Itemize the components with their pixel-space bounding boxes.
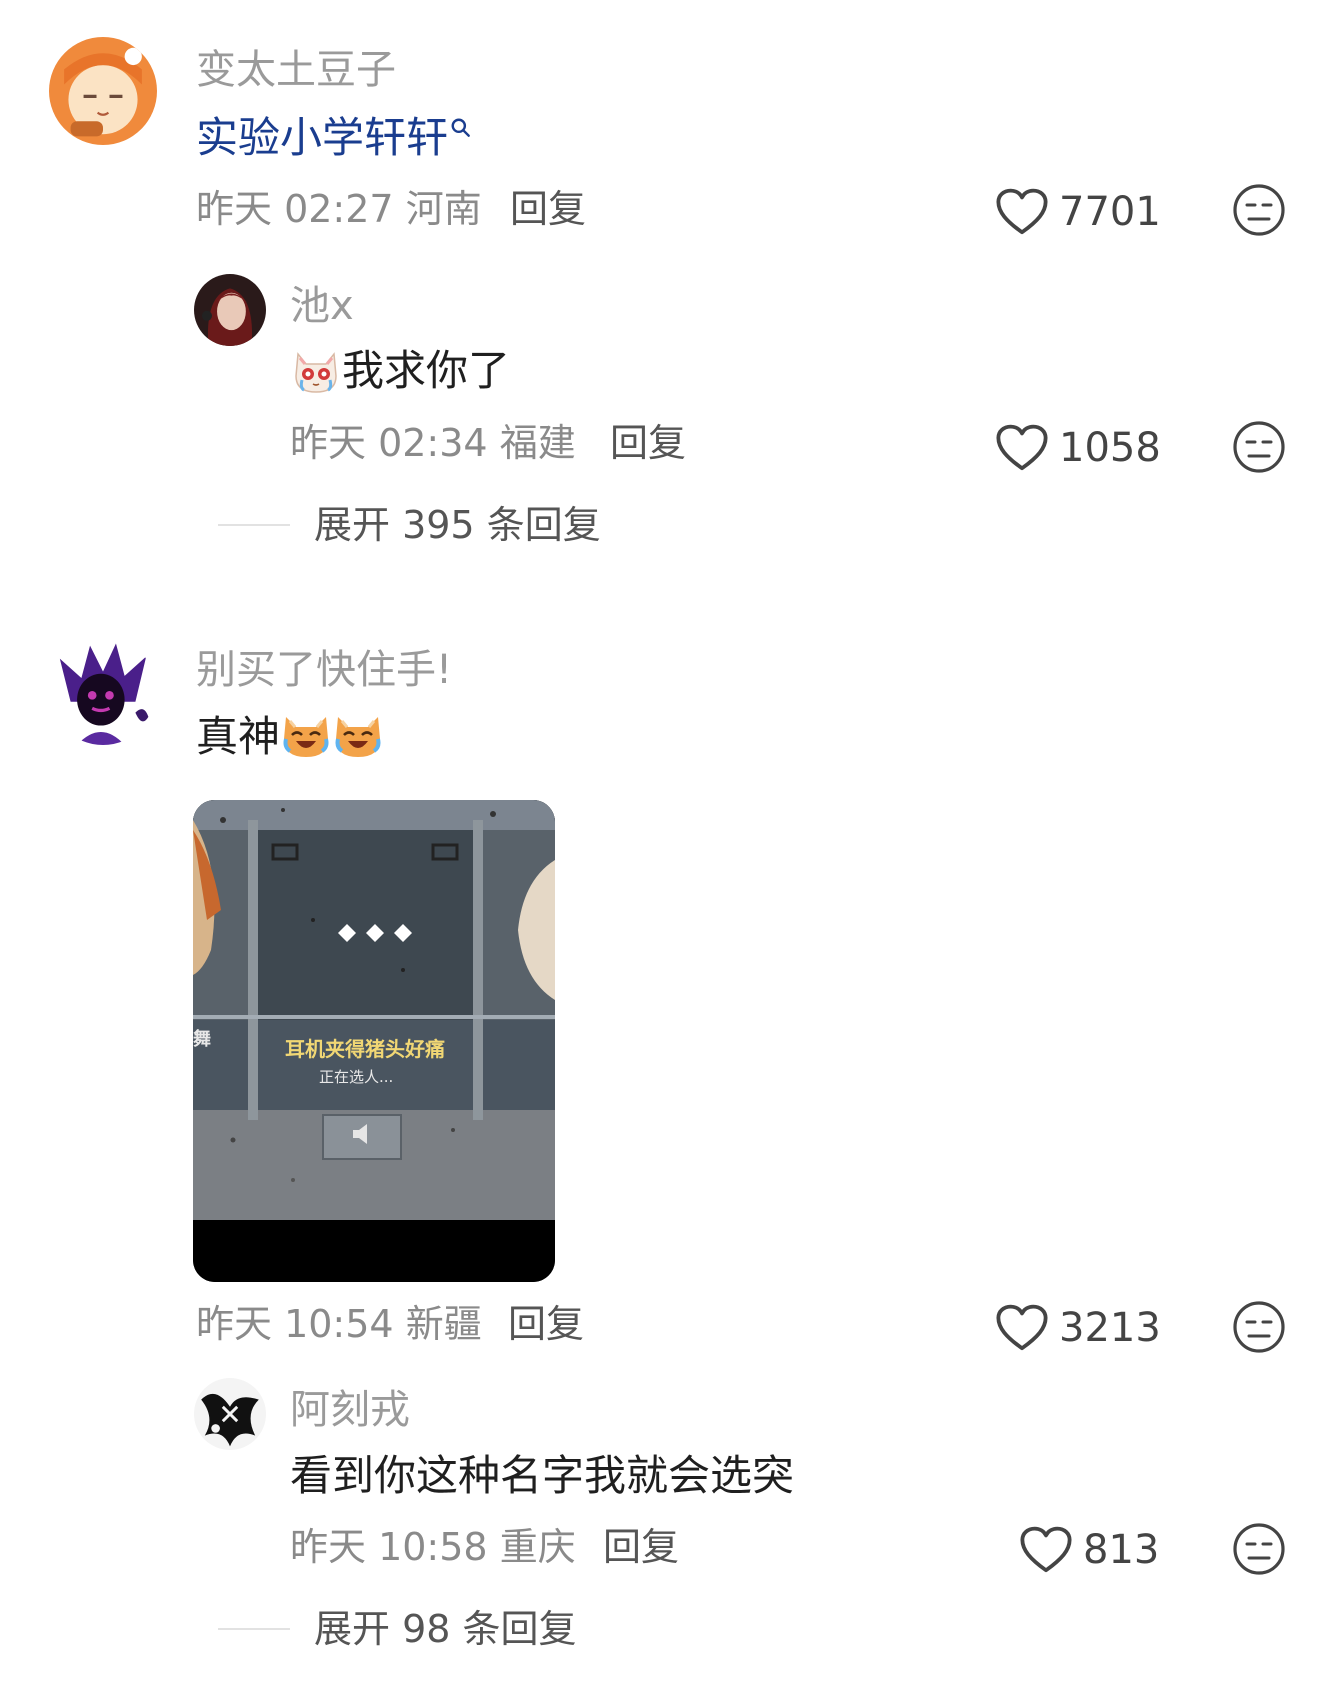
comment-text: 实验小学轩轩 [196, 117, 472, 159]
neutral-face-icon [1233, 184, 1285, 236]
comment-meta: 昨天 02:34 福建 [290, 424, 576, 462]
comment-text-content: 真神 [196, 712, 281, 761]
comment-time: 昨天 10:58 [290, 1525, 488, 1569]
username[interactable]: 别买了快住手! [196, 650, 452, 690]
comment-location: 河南 [405, 187, 482, 231]
neutral-face-icon [1233, 1523, 1285, 1575]
like-button[interactable]: 813 [1019, 1522, 1159, 1578]
search-icon [451, 118, 470, 137]
heart-outline-icon [996, 424, 1048, 471]
avatar[interactable] [49, 37, 157, 145]
heart-outline-icon [996, 188, 1048, 235]
emoji-reaction-button[interactable] [1232, 420, 1286, 474]
avatar[interactable] [194, 1378, 266, 1450]
image-subcaption: 正在选人... [319, 1068, 393, 1086]
crying-cat-emoji-icon [295, 351, 337, 393]
comment-time: 昨天 10:54 [196, 1302, 394, 1346]
reply-button[interactable]: 回复 [508, 1305, 584, 1343]
comment-time: 昨天 02:34 [290, 421, 488, 465]
laughing-cat-emoji-icon [283, 716, 329, 757]
avatar[interactable] [49, 637, 157, 745]
expand-replies-button[interactable]: 展开 395 条回复 [218, 506, 601, 544]
comment-text: 我求你了 [290, 350, 510, 396]
heart-outline-icon [1020, 1526, 1072, 1573]
neutral-face-icon [1233, 1301, 1285, 1353]
comment-image[interactable]: 耳机夹得猪头好痛 正在选人... 舞 [193, 800, 555, 1282]
comment-time: 昨天 02:27 [196, 187, 394, 231]
image-side-text: 舞 [193, 1028, 211, 1050]
image-caption: 耳机夹得猪头好痛 [285, 1037, 445, 1061]
comment-text: 真神 [196, 716, 384, 761]
expand-replies-label: 展开 395 条回复 [314, 503, 601, 547]
like-count: 7701 [1059, 189, 1161, 235]
comment-text-content: 我求你了 [342, 346, 511, 395]
comment-meta: 昨天 10:54 新疆 [196, 1305, 482, 1343]
expand-replies-button[interactable]: 展开 98 条回复 [218, 1610, 577, 1648]
comment-location: 福建 [499, 421, 576, 465]
like-count: 3213 [1059, 1305, 1161, 1351]
like-button[interactable]: 7701 [995, 184, 1161, 240]
mention-text: 实验小学轩轩 [196, 113, 449, 162]
comment-location: 重庆 [499, 1525, 576, 1569]
comment-meta: 昨天 10:58 重庆 [290, 1528, 576, 1566]
neutral-face-icon [1233, 421, 1285, 473]
expand-replies-label: 展开 98 条回复 [314, 1607, 577, 1651]
divider-line [218, 1628, 290, 1630]
heart-outline-icon [996, 1304, 1048, 1351]
like-count: 1058 [1059, 425, 1161, 471]
emoji-reaction-button[interactable] [1232, 1300, 1286, 1354]
emoji-reaction-button[interactable] [1232, 1522, 1286, 1576]
reply-button[interactable]: 回复 [610, 424, 686, 462]
mention-link[interactable]: 实验小学轩轩 [196, 113, 472, 162]
laughing-cat-emoji-icon [335, 716, 381, 757]
comment-text: 看到你这种名字我就会选突 [290, 1451, 795, 1500]
reply-button[interactable]: 回复 [603, 1528, 679, 1566]
divider-line [218, 524, 290, 526]
username[interactable]: 池x [290, 286, 354, 326]
username[interactable]: 阿刻戎 [290, 1390, 410, 1430]
avatar[interactable] [194, 274, 266, 346]
emoji-reaction-button[interactable] [1232, 183, 1286, 237]
like-count: 813 [1083, 1527, 1160, 1573]
like-button[interactable]: 3213 [995, 1300, 1161, 1356]
comment-meta: 昨天 02:27 河南 [196, 190, 482, 228]
comment-location: 新疆 [405, 1302, 482, 1346]
game-screenshot-image: 耳机夹得猪头好痛 正在选人... 舞 [193, 800, 555, 1282]
username[interactable]: 变太土豆子 [196, 50, 396, 90]
reply-button[interactable]: 回复 [510, 190, 586, 228]
like-button[interactable]: 1058 [995, 420, 1161, 476]
